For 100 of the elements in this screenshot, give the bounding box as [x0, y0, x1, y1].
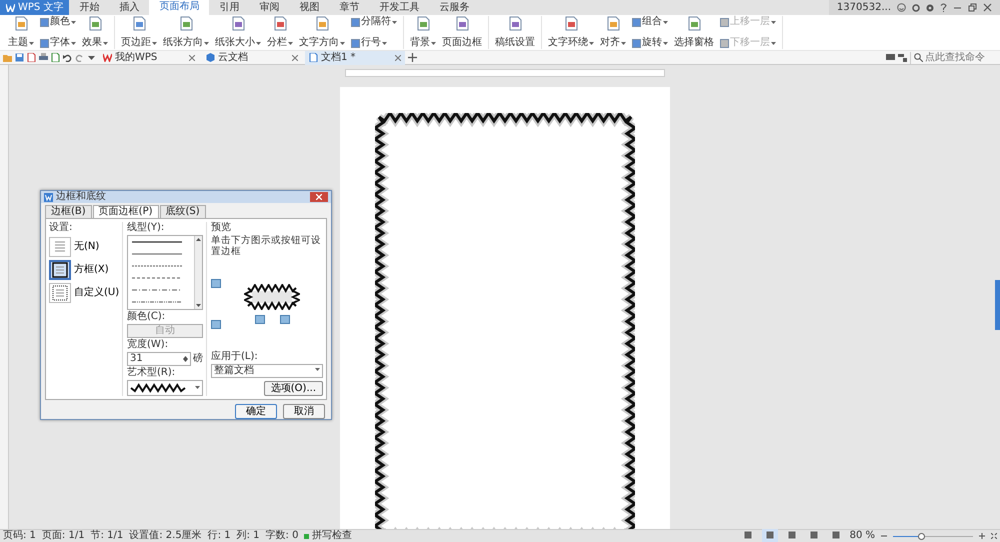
menu-tab[interactable]: 云服务: [429, 0, 480, 15]
ribbon-button[interactable]: 效果: [81, 16, 109, 49]
preview-label: 预览: [211, 222, 232, 234]
ribbon-button[interactable]: 选择窗格: [673, 16, 715, 49]
caret-icon: [71, 20, 76, 24]
dialog-tab[interactable]: 底纹(S): [160, 205, 206, 218]
art-dropdown[interactable]: [127, 380, 203, 396]
caret-icon: [663, 42, 668, 44]
close-icon[interactable]: [983, 3, 992, 12]
cancel-button[interactable]: 取消: [283, 404, 325, 419]
caret-icon: [204, 42, 209, 44]
preview-icon[interactable]: [51, 53, 60, 62]
ribbon-button[interactable]: 行号: [350, 37, 398, 49]
app-icon: [44, 192, 53, 202]
save-icon[interactable]: [15, 53, 24, 62]
caret-icon: [288, 42, 293, 44]
restore-icon[interactable]: [968, 3, 977, 12]
print-icon[interactable]: [39, 53, 48, 62]
page-view-icon: [744, 531, 752, 540]
bottom-border-button[interactable]: [211, 320, 221, 330]
right-border-button[interactable]: [280, 315, 290, 324]
apply-dropdown[interactable]: 整篇文档: [211, 364, 323, 378]
options-button[interactable]: 选项(O)...: [264, 381, 323, 396]
ribbon-button[interactable]: 组合: [631, 16, 669, 28]
close-button[interactable]: [310, 192, 328, 202]
ribbon-button[interactable]: 分隔符: [350, 16, 398, 28]
wps-logo-icon: [103, 53, 112, 62]
ribbon-button[interactable]: 纸张大小: [214, 16, 262, 49]
close-icon: [316, 194, 322, 200]
ribbon-button[interactable]: 稿纸设置: [494, 16, 536, 49]
settings-label: 设置:: [49, 222, 74, 234]
zoom-in-icon[interactable]: [979, 533, 985, 539]
dialog-tab[interactable]: 页面边框(P): [92, 205, 159, 218]
ribbon-button[interactable]: 页边距: [120, 16, 158, 49]
zoom-out-icon[interactable]: [881, 533, 887, 539]
ribbon-button[interactable]: 文字环绕: [547, 16, 595, 49]
menu-tab[interactable]: 插入: [109, 0, 150, 15]
border-preview-drawing: [244, 284, 300, 310]
close-icon: [189, 54, 195, 60]
zoom-reading: 80 %: [850, 530, 875, 542]
smiley-icon[interactable]: [897, 3, 906, 12]
menu-tab[interactable]: 开始: [69, 0, 110, 15]
dropdown-icon[interactable]: [87, 53, 96, 62]
ribbon-button[interactable]: 纸张方向: [162, 16, 210, 49]
box-border-icon: [51, 262, 69, 278]
setting-option[interactable]: 自定义(U): [49, 283, 122, 303]
caret-icon: [29, 42, 34, 44]
menu-tab[interactable]: 开发工具: [369, 0, 430, 15]
document-tab[interactable]: 云文档: [202, 50, 302, 64]
status-text: 设置值: 2.5厘米: [129, 530, 202, 542]
menu-tab[interactable]: 视图: [289, 0, 330, 15]
search-field[interactable]: 点此查找命令: [910, 52, 997, 64]
left-border-button[interactable]: [254, 315, 264, 324]
square-icon: [632, 18, 641, 26]
document-icon: [309, 53, 318, 62]
apply-label: 应用于(L):: [211, 350, 259, 362]
menu-tab[interactable]: 引用: [209, 0, 250, 15]
dialog-tab[interactable]: 边框(B): [45, 205, 92, 218]
setting-option[interactable]: 方框(X): [49, 260, 122, 280]
scrollbar[interactable]: [194, 236, 202, 309]
scroll-handle[interactable]: [995, 280, 1000, 330]
down-arrow-icon: [182, 359, 188, 362]
close-icon: [395, 54, 401, 60]
square-icon: [40, 18, 49, 26]
spell-check-toggle[interactable]: 拼写检查: [304, 530, 352, 542]
zigzag-icon: [130, 383, 186, 393]
undo-icon[interactable]: [63, 53, 72, 62]
menu-tab[interactable]: 章节: [329, 0, 370, 15]
ribbon-button[interactable]: 对齐: [599, 16, 627, 49]
app-menu-button[interactable]: WPS 文字: [0, 0, 70, 15]
square-icon: [40, 38, 49, 48]
logo-icon: [6, 4, 15, 12]
top-border-button[interactable]: [211, 278, 221, 288]
status-text: 页面: 1/1: [42, 530, 85, 542]
square-icon: [351, 38, 360, 48]
plus-icon[interactable]: [408, 53, 417, 62]
menu-tab[interactable]: 审阅: [249, 0, 290, 15]
width-spinner[interactable]: 31: [127, 352, 190, 366]
caret-icon: [663, 20, 668, 24]
ok-button[interactable]: 确定: [235, 404, 277, 419]
line-style-list[interactable]: [127, 235, 203, 310]
ribbon-button[interactable]: 字体: [39, 37, 77, 49]
document-tab[interactable]: 我的WPS: [99, 50, 199, 64]
ribbon-button[interactable]: 文字方向: [298, 16, 346, 49]
ribbon-button[interactable]: 颜色: [39, 16, 77, 28]
document-tab[interactable]: 文档1 *: [305, 50, 405, 64]
ribbon-button[interactable]: 背景: [409, 16, 437, 49]
export-icon[interactable]: [27, 53, 36, 62]
ribbon-button[interactable]: 旋转: [631, 37, 669, 49]
status-text: 行: 1: [208, 530, 231, 542]
width-label: 宽度(W):: [127, 339, 170, 351]
search-icon: [914, 53, 922, 62]
view-mode-button[interactable]: [762, 529, 778, 542]
help-icon[interactable]: [940, 3, 947, 12]
ribbon-button[interactable]: 主题: [7, 16, 35, 49]
setting-option[interactable]: 无(N): [49, 237, 122, 257]
square-icon: [720, 38, 729, 48]
ribbon-button[interactable]: 页面边框: [441, 16, 483, 49]
ribbon-button[interactable]: 分栏: [266, 16, 294, 49]
redo-icon[interactable]: [75, 53, 84, 62]
